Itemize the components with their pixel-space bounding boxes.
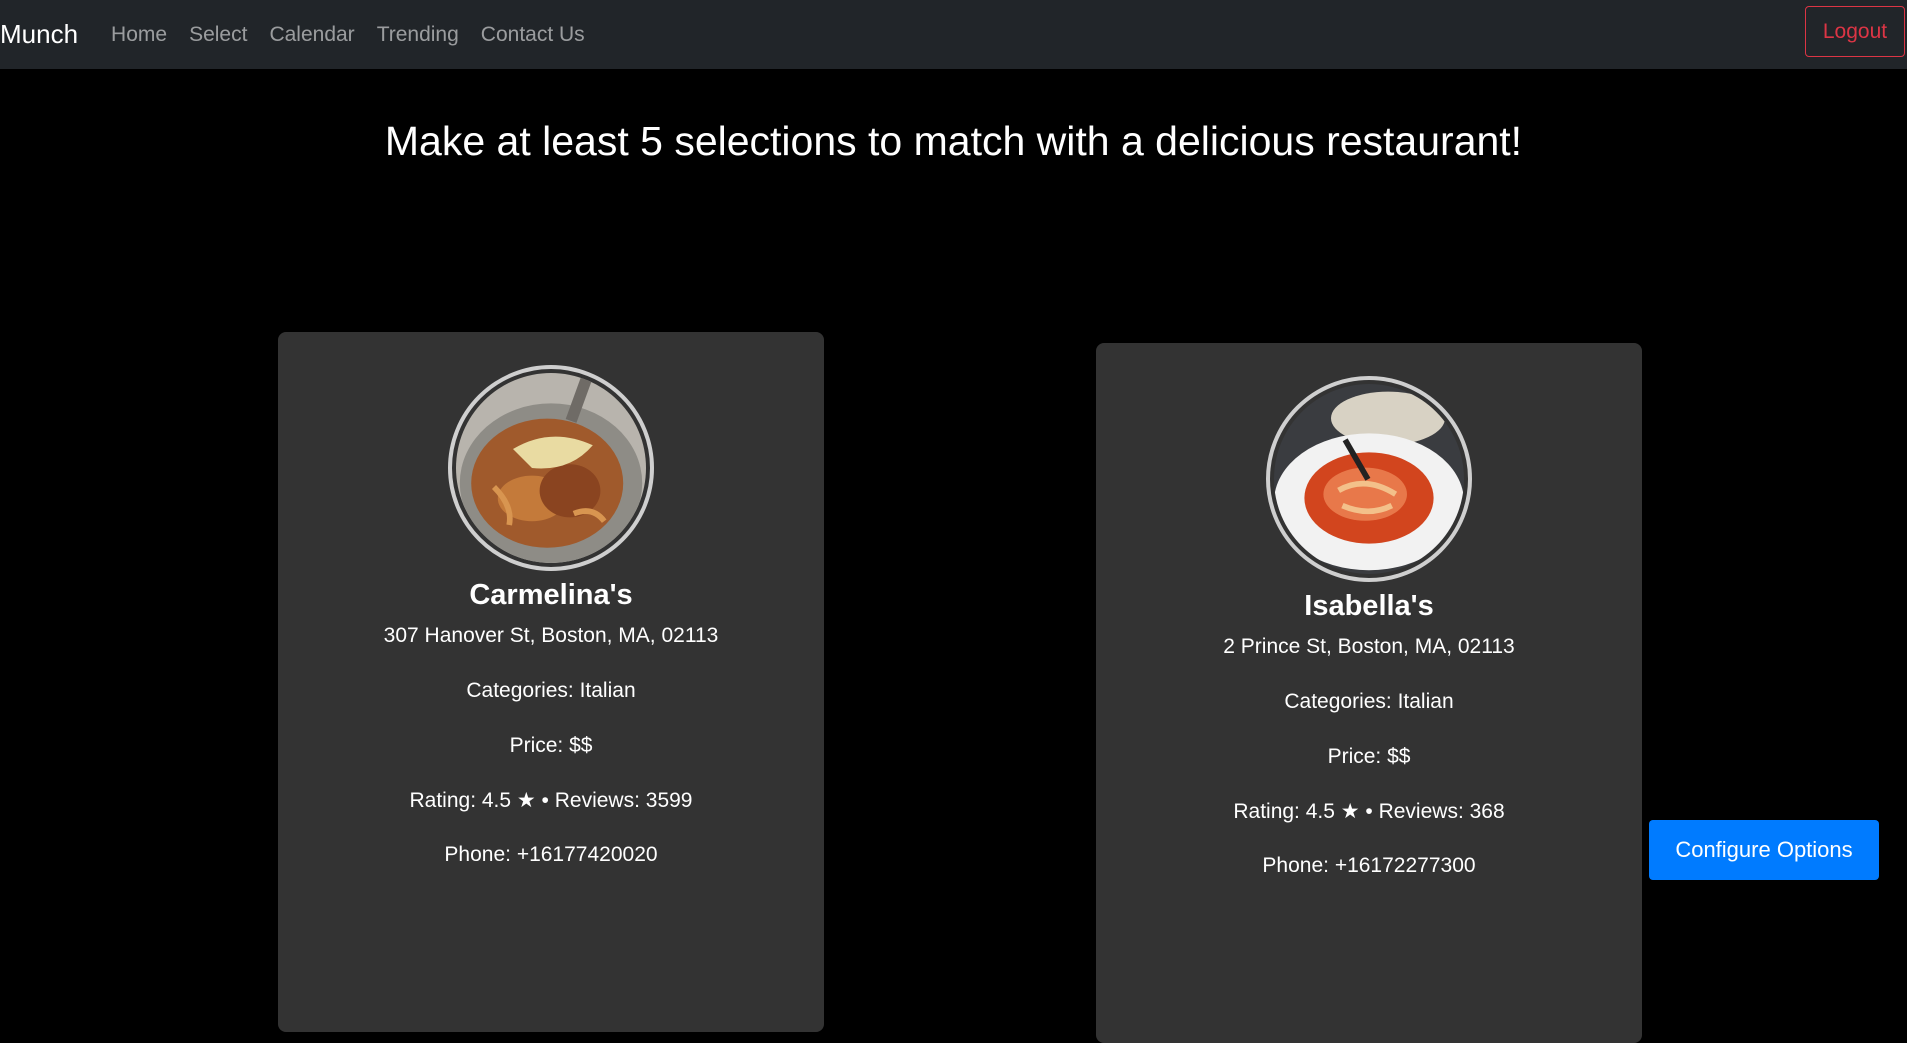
restaurant-photo (448, 365, 654, 571)
restaurant-card[interactable]: Carmelina's 307 Hanover St, Boston, MA, … (278, 332, 824, 1032)
pasta-dish-image (456, 373, 646, 563)
restaurant-address: 307 Hanover St, Boston, MA, 02113 (383, 624, 719, 647)
pasta-dish-image (1274, 384, 1464, 574)
logout-button[interactable]: Logout (1805, 6, 1905, 57)
nav-link-calendar[interactable]: Calendar (269, 23, 354, 47)
configure-options-button[interactable]: Configure Options (1649, 820, 1879, 880)
restaurant-rating: Rating: 4.5 ★ • Reviews: 368 (1233, 800, 1505, 823)
restaurant-name: Isabella's (1304, 590, 1434, 622)
restaurant-rating: Rating: 4.5 ★ • Reviews: 3599 (409, 789, 693, 812)
nav-links: Home Select Calendar Trending Contact Us (111, 23, 607, 47)
restaurant-address: 2 Prince St, Boston, MA, 02113 (1223, 635, 1515, 658)
restaurant-phone: Phone: +16172277300 (1262, 854, 1476, 877)
restaurant-price: Price: $$ (509, 734, 593, 757)
nav-link-select[interactable]: Select (189, 23, 247, 47)
restaurant-categories: Categories: Italian (466, 679, 636, 702)
restaurant-name: Carmelina's (469, 579, 633, 611)
restaurant-card[interactable]: Isabella's 2 Prince St, Boston, MA, 0211… (1096, 343, 1642, 1043)
restaurant-photo (1266, 376, 1472, 582)
navbar: Munch Home Select Calendar Trending Cont… (0, 0, 1907, 69)
page-headline: Make at least 5 selections to match with… (384, 118, 1523, 164)
restaurant-price: Price: $$ (1327, 745, 1411, 768)
restaurant-categories: Categories: Italian (1284, 690, 1454, 713)
brand-link[interactable]: Munch (0, 19, 78, 50)
nav-link-home[interactable]: Home (111, 23, 167, 47)
restaurant-phone: Phone: +16177420020 (444, 843, 658, 866)
nav-link-trending[interactable]: Trending (377, 23, 459, 47)
nav-link-contact-us[interactable]: Contact Us (481, 23, 585, 47)
